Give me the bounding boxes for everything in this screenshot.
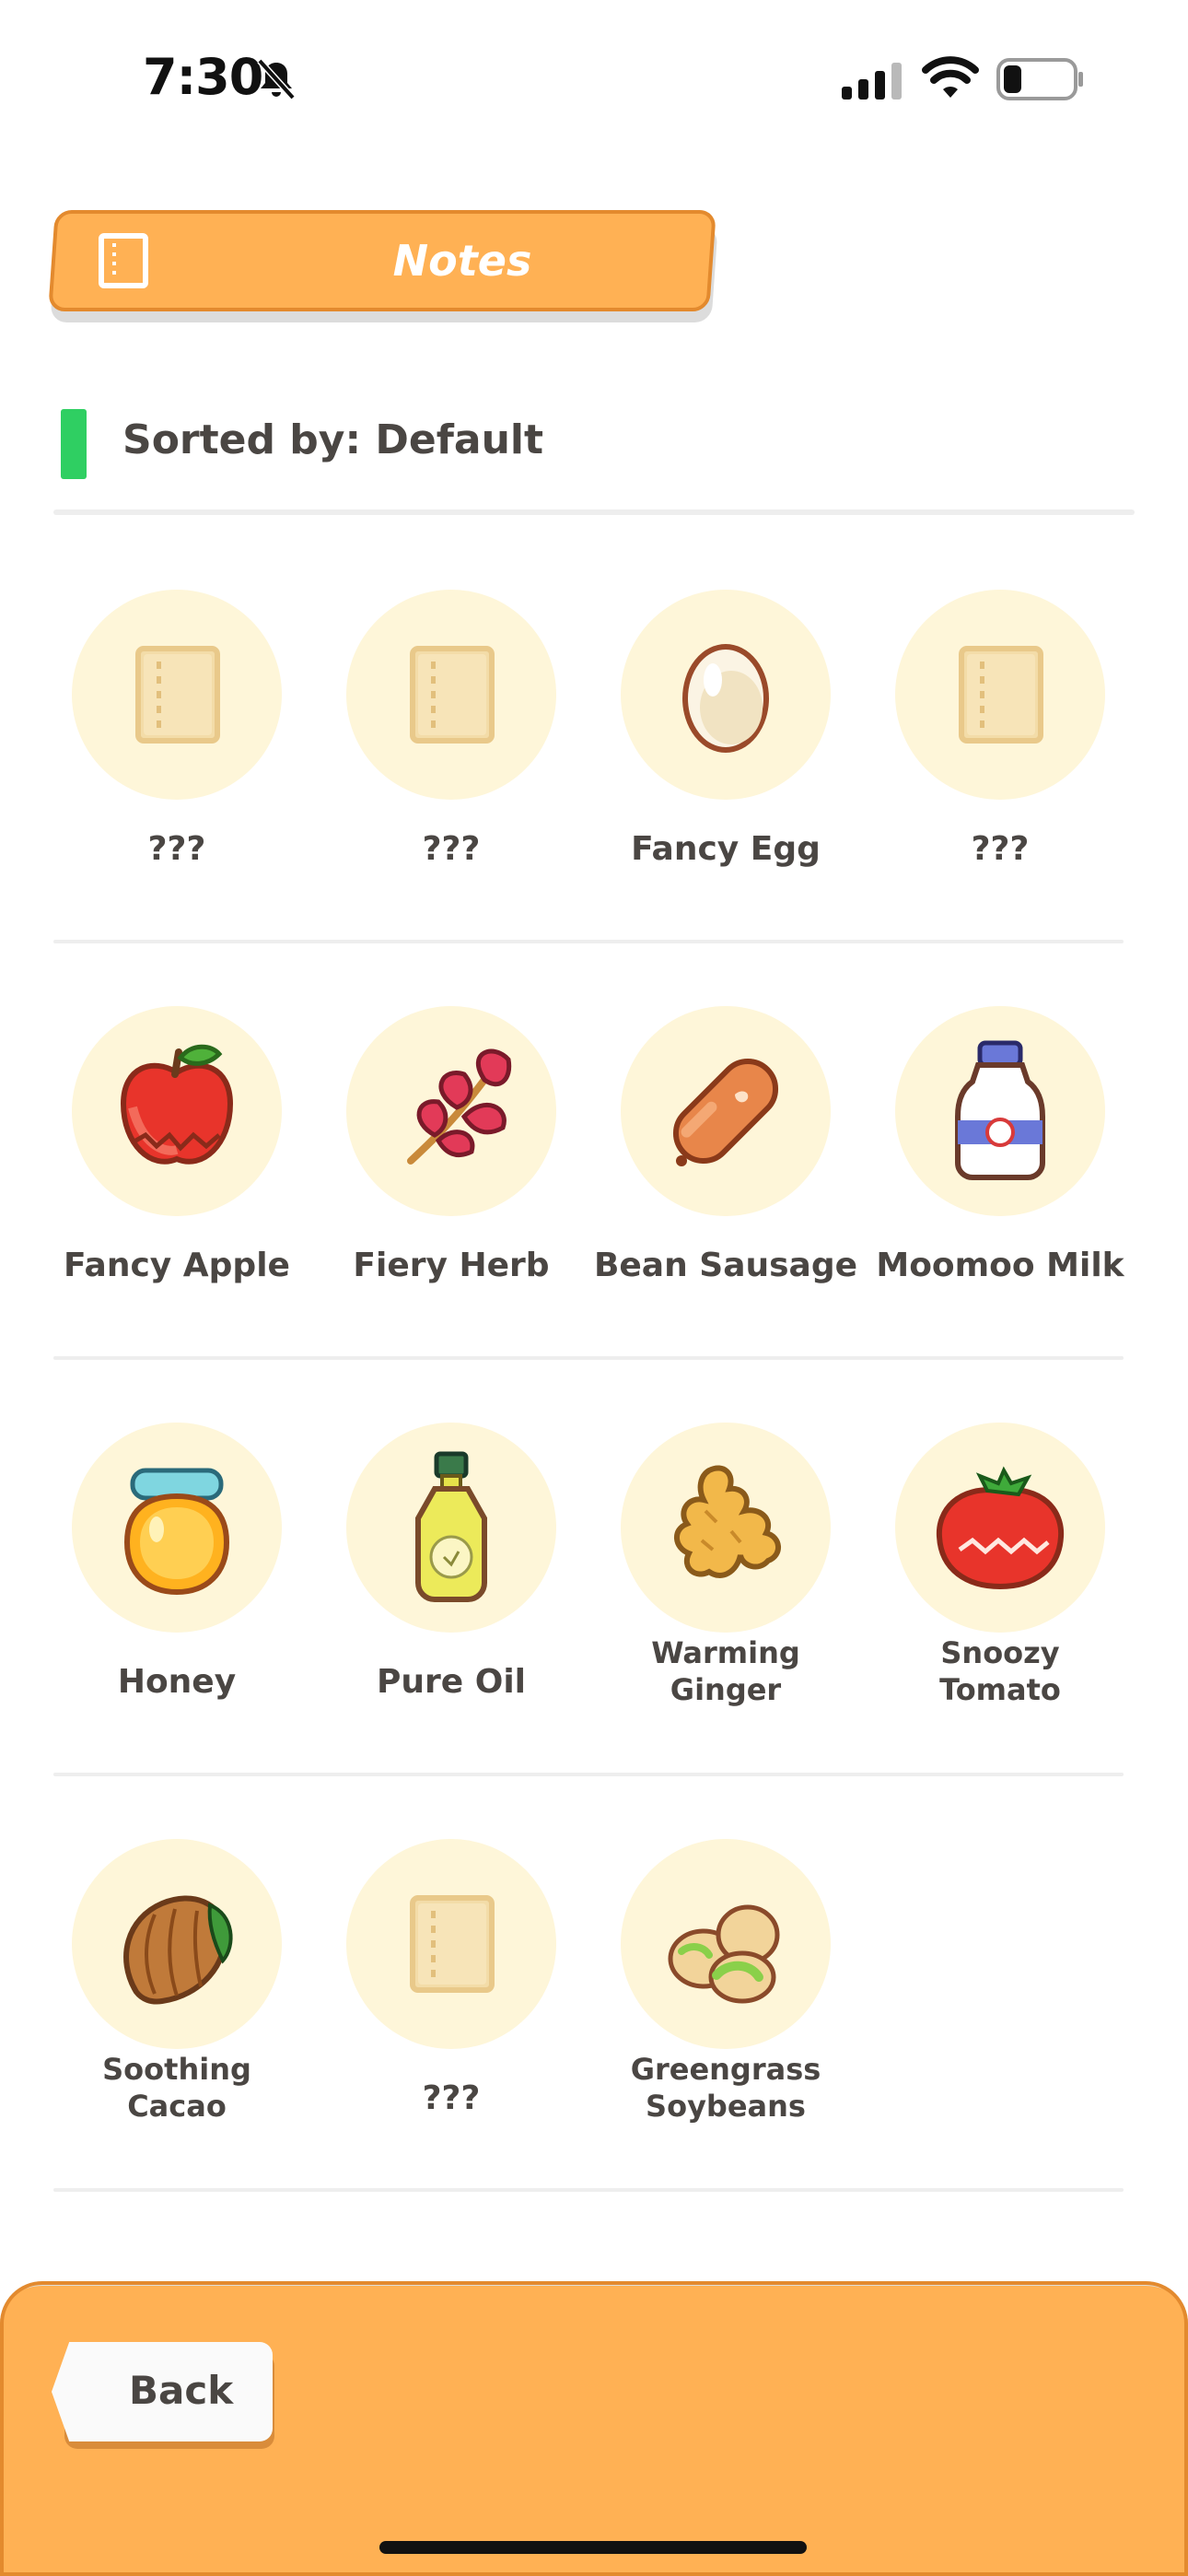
ingredient-name: Greengrass Soybeans — [630, 2052, 821, 2124]
ingredient-name: Fiery Herb — [353, 1247, 550, 1284]
soybeans-icon — [621, 1839, 831, 2049]
ingredient-name: Fancy Egg — [631, 830, 821, 868]
sausage-icon — [621, 1006, 831, 1216]
ingredient-item[interactable]: ??? — [39, 590, 315, 958]
ingredient-item[interactable]: Bean Sausage — [588, 1006, 864, 1375]
status-time: 7:30 — [143, 48, 263, 106]
ingredient-item[interactable]: Fiery Herb — [313, 1006, 589, 1375]
ingredient-item[interactable]: Soothing Cacao — [39, 1839, 315, 2207]
ingredient-item[interactable]: Warming Ginger — [588, 1423, 864, 1791]
ingredient-name: ??? — [147, 830, 206, 868]
ingredient-name: Warming Ginger — [651, 1635, 800, 1707]
row-divider — [53, 2188, 1124, 2192]
tomato-icon — [895, 1423, 1105, 1633]
wifi-icon — [922, 56, 979, 98]
ingredient-item[interactable]: Moomoo Milk — [862, 1006, 1138, 1375]
ingredient-item[interactable]: Pure Oil — [313, 1423, 589, 1791]
sort-marker — [61, 409, 87, 479]
battery-icon — [996, 58, 1083, 100]
egg-icon — [621, 590, 831, 800]
ingredient-item[interactable]: Honey — [39, 1423, 315, 1791]
notes-header-banner: Notes — [48, 210, 720, 322]
locked-notebook-icon — [72, 590, 282, 800]
ingredient-name: ??? — [422, 830, 481, 868]
apple-icon — [72, 1006, 282, 1216]
row-divider — [53, 1773, 1124, 1776]
home-indicator[interactable] — [379, 2541, 807, 2554]
ingredient-item[interactable]: Snoozy Tomato — [862, 1423, 1138, 1791]
ingredient-name: Moomoo Milk — [876, 1247, 1124, 1284]
bell-muted-icon — [257, 58, 296, 100]
ingredient-item[interactable]: ??? — [313, 1839, 589, 2207]
locked-notebook-icon — [895, 590, 1105, 800]
page-title: Notes — [392, 236, 532, 286]
honey-jar-icon — [72, 1423, 282, 1633]
oil-bottle-icon — [346, 1423, 556, 1633]
ingredient-item[interactable]: Greengrass Soybeans — [588, 1839, 864, 2207]
locked-notebook-icon — [346, 1839, 556, 2049]
sort-label[interactable]: Sorted by: Default — [122, 416, 543, 463]
ingredient-name: Bean Sausage — [593, 1247, 858, 1284]
ingredient-name: Fancy Apple — [64, 1247, 290, 1284]
ingredient-item[interactable]: Fancy Egg — [588, 590, 864, 958]
locked-notebook-icon — [346, 590, 556, 800]
row-divider — [53, 940, 1124, 943]
back-button-label: Back — [129, 2368, 234, 2413]
notebook-icon — [99, 233, 148, 288]
ingredient-name: Pure Oil — [377, 1663, 526, 1701]
cellular-signal-icon — [842, 63, 902, 100]
milk-bottle-icon — [895, 1006, 1105, 1216]
divider — [53, 509, 1135, 515]
cacao-pod-icon — [72, 1839, 282, 2049]
ingredient-item[interactable]: ??? — [862, 590, 1138, 958]
ingredient-name: Soothing Cacao — [102, 2052, 251, 2124]
ingredient-name: ??? — [422, 2079, 481, 2117]
ingredient-name: Honey — [117, 1663, 237, 1701]
ingredient-name: ??? — [971, 830, 1030, 868]
herb-icon — [346, 1006, 556, 1216]
status-bar: 7:30 — [0, 0, 1188, 157]
back-button[interactable]: Back — [52, 2342, 276, 2449]
ingredient-name: Snoozy Tomato — [939, 1635, 1061, 1707]
row-divider — [53, 1356, 1124, 1360]
ingredient-item[interactable]: Fancy Apple — [39, 1006, 315, 1375]
ingredient-item[interactable]: ??? — [313, 590, 589, 958]
ginger-icon — [621, 1423, 831, 1633]
